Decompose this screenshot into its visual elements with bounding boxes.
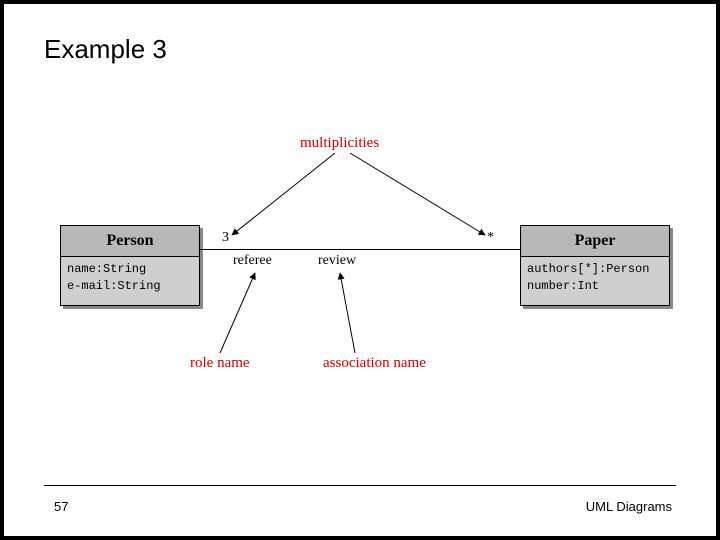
association-name: review <box>318 253 356 269</box>
class-name-person: Person <box>61 226 199 257</box>
multiplicity-right: * <box>487 230 494 246</box>
class-attrs-paper: authors[*]:Person number:Int <box>521 257 669 305</box>
annotation-multiplicities: multiplicities <box>300 135 379 152</box>
footer-label: UML Diagrams <box>586 499 672 514</box>
page-number: 57 <box>54 499 68 514</box>
footer-rule <box>44 485 676 486</box>
attr: number:Int <box>527 278 663 295</box>
uml-class-paper: Paper authors[*]:Person number:Int <box>520 225 670 306</box>
multiplicity-left: 3 <box>222 230 229 246</box>
role-left: referee <box>233 253 272 269</box>
slide-title: Example 3 <box>44 34 676 65</box>
annotation-role-name: role name <box>190 355 250 372</box>
attr: authors[*]:Person <box>527 261 663 278</box>
slide: Example 3 Person name:String e-mail:Stri… <box>4 4 716 536</box>
annotation-association-name: association name <box>323 355 426 372</box>
class-name-paper: Paper <box>521 226 669 257</box>
attr: e-mail:String <box>67 278 193 295</box>
uml-diagram: Person name:String e-mail:String Paper a… <box>50 85 670 405</box>
class-attrs-person: name:String e-mail:String <box>61 257 199 305</box>
uml-class-person: Person name:String e-mail:String <box>60 225 200 306</box>
attr: name:String <box>67 261 193 278</box>
association-line <box>200 249 520 250</box>
